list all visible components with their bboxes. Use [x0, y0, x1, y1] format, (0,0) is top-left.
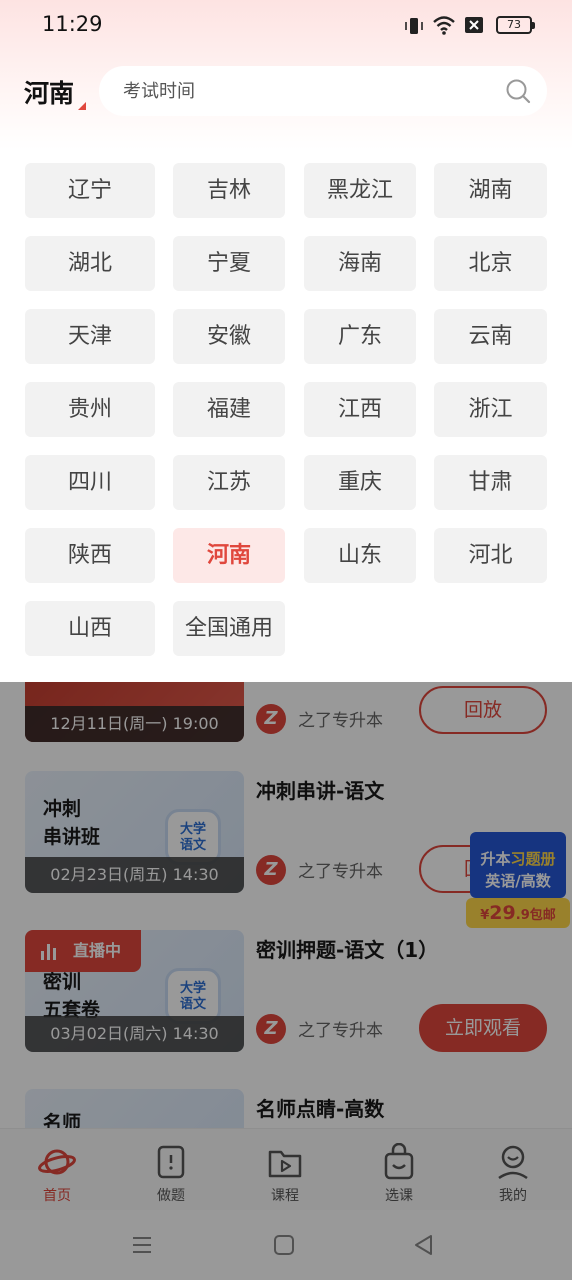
province-option[interactable]: 宁夏: [173, 236, 285, 291]
status-bar: 11:29 73: [0, 0, 572, 50]
province-option[interactable]: 江西: [304, 382, 416, 437]
province-option[interactable]: 陕西: [25, 528, 155, 583]
province-option[interactable]: 四川: [25, 455, 155, 510]
province-option[interactable]: 甘肃: [434, 455, 547, 510]
no-sim-icon: [465, 17, 483, 33]
province-option[interactable]: 安徽: [173, 309, 285, 364]
province-option[interactable]: 贵州: [25, 382, 155, 437]
status-time: 11:29: [42, 12, 103, 36]
province-option[interactable]: 江苏: [173, 455, 285, 510]
province-option[interactable]: 北京: [434, 236, 547, 291]
province-option[interactable]: 湖南: [434, 163, 547, 218]
province-option[interactable]: 海南: [304, 236, 416, 291]
province-option[interactable]: 天津: [25, 309, 155, 364]
region-selector[interactable]: 河南: [24, 74, 74, 110]
province-option[interactable]: 山西: [25, 601, 155, 656]
province-option[interactable]: 重庆: [304, 455, 416, 510]
search-input[interactable]: [123, 66, 483, 116]
province-option[interactable]: 黑龙江: [304, 163, 416, 218]
province-option[interactable]: 广东: [304, 309, 416, 364]
province-option[interactable]: 河北: [434, 528, 547, 583]
province-option[interactable]: 辽宁: [25, 163, 155, 218]
dropdown-corner-icon: [78, 102, 86, 110]
wifi-icon: [433, 16, 455, 35]
region-picker-panel: 11:29 73 河南 考试时间 辽宁 吉林 黑龙江 湖南 湖北 宁夏 海南 北…: [0, 0, 572, 682]
province-option[interactable]: 云南: [434, 309, 547, 364]
search-bar[interactable]: [99, 66, 547, 116]
province-option[interactable]: 全国通用: [173, 601, 285, 656]
province-option[interactable]: 湖北: [25, 236, 155, 291]
vibrate-icon: [405, 18, 423, 34]
status-icons: 73: [404, 14, 535, 38]
search-icon[interactable]: [505, 78, 531, 104]
battery-icon: 73: [496, 16, 535, 34]
province-option[interactable]: 福建: [173, 382, 285, 437]
province-option[interactable]: 山东: [304, 528, 416, 583]
province-option[interactable]: 吉林: [173, 163, 285, 218]
province-option[interactable]: 浙江: [434, 382, 547, 437]
province-option[interactable]: 河南: [173, 528, 285, 583]
